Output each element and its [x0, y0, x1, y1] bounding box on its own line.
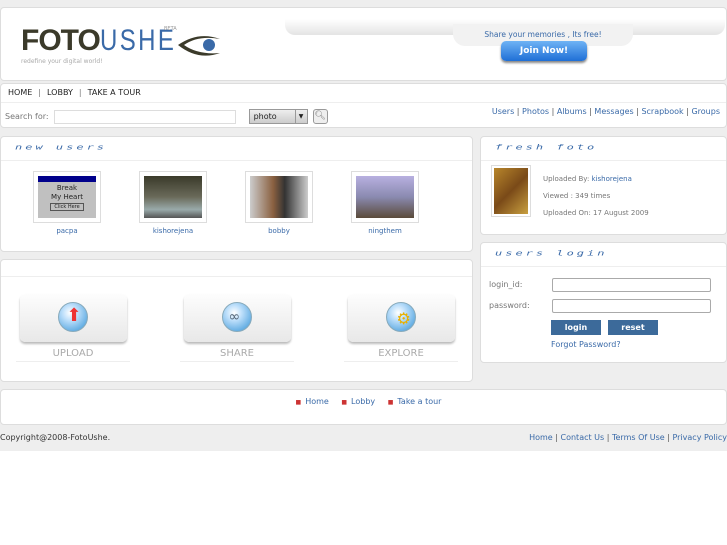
- footer-home-link[interactable]: Home: [305, 397, 329, 406]
- footer-tour-link[interactable]: Take a tour: [397, 397, 441, 406]
- new-users-panel: new users Break My Heart Click Here pacpa k…: [0, 136, 473, 252]
- upload-date: Uploaded On: 17 August 2009: [543, 209, 649, 217]
- login-id-input[interactable]: [552, 278, 711, 292]
- search-type-value: photo: [253, 112, 277, 121]
- user-name[interactable]: pacpa: [33, 227, 101, 235]
- thumb-text: Break: [56, 184, 78, 192]
- fresh-foto-panel: fresh foto Uploaded By: kishorejena View…: [480, 136, 727, 235]
- upload-globe-icon: ⬆: [57, 302, 88, 332]
- share-globe-icon: ∞: [221, 302, 252, 332]
- user-card[interactable]: Break My Heart Click Here pacpa: [33, 171, 101, 235]
- user-card[interactable]: kishorejena: [139, 171, 207, 235]
- explore-button[interactable]: ⚙: [347, 294, 455, 342]
- search-button[interactable]: 🔍︎: [312, 109, 328, 124]
- chevron-down-icon: ▼: [294, 110, 307, 123]
- view-count: Viewed : 349 times: [543, 192, 611, 200]
- beta-label: BETA: [164, 26, 177, 32]
- nav-home[interactable]: HOME: [8, 88, 32, 97]
- search-input[interactable]: [53, 109, 236, 124]
- explore-globe-icon: ⚙: [385, 302, 416, 332]
- bottom-links: Home | Contact Us | Terms Of Use | Priva…: [529, 433, 727, 442]
- share-button[interactable]: ∞: [183, 294, 291, 342]
- eye-icon: [178, 36, 220, 56]
- section-links: Users | Photos | Albums | Messages | Scr…: [491, 107, 720, 116]
- share-label: SHARE: [180, 348, 294, 362]
- user-card[interactable]: bobby: [245, 171, 313, 235]
- header: FOTOUSHE BETA redefine your digital worl…: [0, 7, 727, 81]
- terms-link[interactable]: Terms Of Use: [612, 433, 665, 442]
- users-login-panel: users login login_id: password: login re…: [480, 242, 727, 363]
- login-button[interactable]: login: [551, 320, 601, 335]
- navigation-panel: HOME | LOBBY | TAKE A TOUR Search for: photo…: [0, 83, 727, 128]
- user-name[interactable]: ningthem: [351, 227, 419, 235]
- tagline: redefine your digital world!: [21, 58, 103, 65]
- user-name[interactable]: bobby: [245, 227, 313, 235]
- login-id-label: login_id:: [489, 280, 523, 289]
- fresh-photo[interactable]: [491, 165, 531, 217]
- link-albums[interactable]: Albums: [557, 107, 587, 116]
- search-type-select[interactable]: photo ▼: [248, 109, 308, 124]
- main-nav: HOME | LOBBY | TAKE A TOUR: [8, 88, 141, 97]
- forgot-password-link[interactable]: Forgot Password?: [551, 340, 621, 349]
- password-input[interactable]: [552, 299, 711, 313]
- explore-action[interactable]: ⚙ EXPLORE: [344, 294, 458, 362]
- nav-take-a-tour[interactable]: TAKE A TOUR: [88, 88, 141, 97]
- join-now-button[interactable]: Join Now!: [501, 41, 587, 61]
- search-icon: 🔍︎: [314, 111, 326, 121]
- upload-label: UPLOAD: [16, 348, 130, 362]
- contact-us-link[interactable]: Contact Us: [561, 433, 605, 442]
- link-users[interactable]: Users: [492, 107, 514, 116]
- user-thumbnail[interactable]: Break My Heart Click Here: [33, 171, 101, 223]
- explore-label: EXPLORE: [344, 348, 458, 362]
- thumb-text: My Heart: [51, 193, 83, 201]
- uploaded-by-label: Uploaded By:: [543, 175, 590, 183]
- user-thumbnail[interactable]: [245, 171, 313, 223]
- reset-button[interactable]: reset: [608, 320, 658, 335]
- footer-links-panel: ■ Home ■ Lobby ■ Take a tour: [0, 389, 727, 425]
- upload-button[interactable]: ⬆: [19, 294, 127, 342]
- link-photos[interactable]: Photos: [522, 107, 549, 116]
- actions-panel: ⬆ UPLOAD ∞ SHARE ⚙ EXPLORE: [0, 259, 473, 382]
- search-bar: Search for: photo ▼ 🔍︎: [5, 109, 328, 124]
- search-label: Search for:: [5, 112, 49, 121]
- logo-bold: FOTO: [21, 24, 101, 57]
- user-card[interactable]: ningthem: [351, 171, 419, 235]
- uploader-link[interactable]: kishorejena: [592, 175, 632, 183]
- copyright: Copyright@2008-FotoUshe.: [0, 433, 111, 442]
- panel-title: fresh foto: [495, 142, 598, 152]
- user-name[interactable]: kishorejena: [139, 227, 207, 235]
- panel-title: users login: [495, 248, 608, 258]
- nav-lobby[interactable]: LOBBY: [47, 88, 73, 97]
- footer-lobby-link[interactable]: Lobby: [351, 397, 375, 406]
- link-groups[interactable]: Groups: [691, 107, 720, 116]
- link-scrapbook[interactable]: Scrapbook: [641, 107, 683, 116]
- link-messages[interactable]: Messages: [594, 107, 633, 116]
- bottom-home-link[interactable]: Home: [529, 433, 553, 442]
- upload-action[interactable]: ⬆ UPLOAD: [16, 294, 130, 362]
- user-thumbnail[interactable]: [139, 171, 207, 223]
- privacy-link[interactable]: Privacy Policy: [672, 433, 727, 442]
- thumb-text: Click Here: [50, 203, 84, 211]
- password-label: password:: [489, 301, 530, 310]
- user-thumbnail[interactable]: [351, 171, 419, 223]
- share-action[interactable]: ∞ SHARE: [180, 294, 294, 362]
- panel-title: new users: [15, 142, 108, 152]
